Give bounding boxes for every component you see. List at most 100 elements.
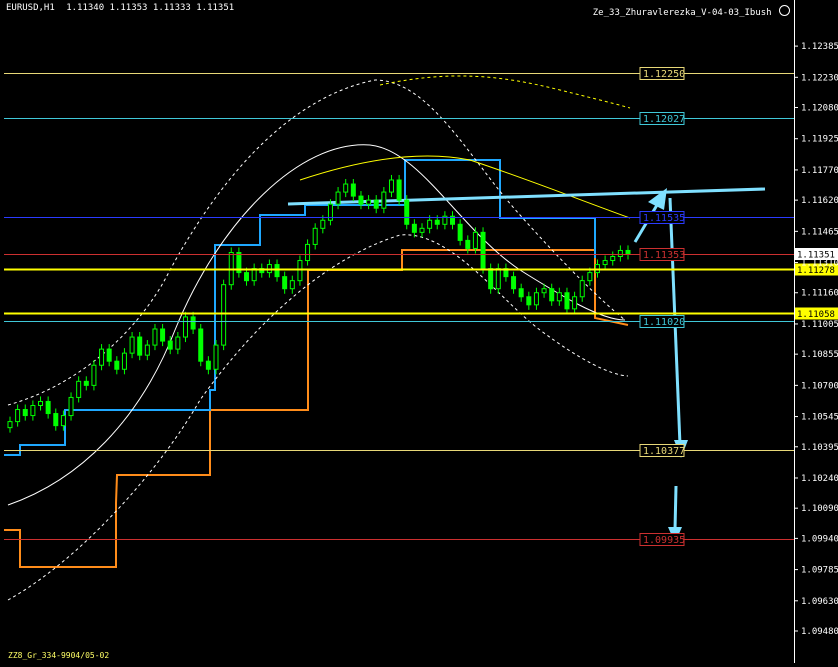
candle-body	[518, 288, 524, 298]
y-tick-label: 1.10545	[801, 413, 838, 423]
y-tick-label: 1.11620	[801, 196, 838, 206]
candle-body	[350, 183, 356, 197]
candle-body	[495, 268, 501, 290]
candle-body	[305, 243, 311, 262]
candle-body	[45, 400, 51, 415]
candle-body	[106, 348, 112, 362]
level-label: 1.11353	[643, 250, 685, 261]
candle-body	[38, 400, 44, 406]
y-tick-label: 1.09480	[801, 627, 838, 637]
y-tick-label: 1.11770	[801, 166, 838, 176]
level-label: 1.09935	[643, 535, 685, 546]
candle-body	[572, 296, 578, 310]
y-tick-label: 1.11160	[801, 289, 838, 299]
candle-body	[411, 223, 417, 233]
candle-body	[434, 219, 440, 225]
current-price-label: 1.11351	[797, 251, 835, 261]
y-tick-label: 1.11005	[801, 320, 838, 330]
candle-body	[7, 421, 13, 429]
y-tick-label: 1.12230	[801, 73, 838, 83]
y-tick-label: 1.09940	[801, 534, 838, 544]
candle-body	[297, 260, 303, 282]
candle-body	[114, 360, 120, 370]
footer-label: ZZ8_Gr_334-9904/05-02	[8, 651, 110, 660]
level-label: 1.12250	[643, 69, 685, 80]
candle-body	[190, 316, 196, 330]
candle-body	[76, 380, 82, 398]
ohlc-label: 1.11340 1.11353 1.11333 1.11351	[66, 3, 235, 13]
candle-body	[274, 264, 280, 278]
candle-body	[289, 280, 295, 290]
candle-body	[312, 227, 318, 245]
candle-body	[480, 231, 486, 270]
candle-body	[556, 292, 562, 302]
y-tick-label: 1.10700	[801, 381, 838, 391]
candle-body	[22, 409, 28, 417]
candle-body	[381, 191, 387, 209]
symbol-label: EURUSD,H1	[6, 3, 55, 13]
down-arrow2-shaft	[673, 485, 678, 531]
y-tick-label: 1.12385	[801, 42, 838, 52]
candle-body	[427, 219, 433, 229]
candle-body	[533, 292, 539, 306]
candle-body	[213, 344, 219, 370]
candle-body	[68, 396, 74, 417]
candle-body	[282, 276, 288, 290]
candle-body	[121, 352, 127, 370]
y-tick-label: 1.11465	[801, 227, 838, 237]
level-label: 1.12027	[643, 114, 685, 125]
price-chart[interactable]: 1.12250 1.12027 1.11535 1.11353 1.11020 1.103…	[0, 0, 838, 663]
chart-header: EURUSD,H1 1.11340 1.11353 1.11333 1.1135…	[6, 3, 234, 13]
candle-body	[511, 276, 517, 290]
chart-canvas[interactable]: 1.12250 1.12027 1.11535 1.11353 1.11020 1.103…	[0, 0, 838, 663]
candle-body	[182, 316, 188, 338]
y-tick-label: 1.09785	[801, 566, 838, 576]
candle-body	[472, 231, 478, 249]
level-label: 1.11535	[643, 213, 685, 224]
candle-body	[358, 195, 364, 205]
y-tick-label: 1.11925	[801, 135, 838, 145]
level-label: 1.11020	[643, 317, 685, 328]
smiley-icon	[779, 5, 790, 16]
chart-footer: ZZ8_Gr_334-9904/05-02	[8, 651, 109, 660]
candle-body	[335, 191, 341, 205]
candle-body	[83, 380, 89, 386]
candle-body	[587, 272, 593, 282]
candle-body	[579, 280, 585, 298]
candle-body	[205, 360, 211, 370]
candle-body	[198, 328, 204, 362]
candle-body	[129, 336, 135, 354]
candle-body	[610, 256, 616, 262]
candle-body	[160, 328, 166, 342]
candle-body	[625, 249, 631, 255]
y-tick-label: 1.10855	[801, 350, 838, 360]
price-label: 1.11058	[797, 310, 835, 320]
indicator-label: Ze_33_Zhuravlerezka_V-04-03_Ibush	[592, 8, 772, 18]
candle-body	[175, 336, 181, 350]
candle-body	[366, 199, 372, 205]
candle-body	[60, 415, 66, 427]
y-tick-label: 1.10240	[801, 474, 838, 484]
candle-body	[244, 272, 250, 282]
level-label: 1.10377	[643, 446, 685, 457]
candle-body	[404, 199, 410, 225]
candle-body	[30, 404, 36, 417]
candle-body	[320, 219, 326, 229]
candle-body	[343, 183, 349, 193]
candle-body	[526, 296, 532, 306]
candle-body	[488, 268, 494, 290]
candle-body	[99, 348, 105, 366]
candle-body	[419, 227, 425, 233]
candle-body	[221, 284, 227, 346]
y-tick-label: 1.10090	[801, 504, 838, 514]
candle-body	[457, 223, 463, 241]
candle-body	[373, 199, 379, 209]
candle-body	[91, 364, 97, 386]
candle-body	[15, 409, 21, 423]
y-tick-label: 1.10395	[801, 443, 838, 453]
candle-body	[152, 328, 158, 346]
y-tick-label: 1.09630	[801, 597, 838, 607]
candle-body	[388, 179, 394, 193]
candle-body	[602, 260, 608, 266]
candle-body	[53, 413, 59, 427]
